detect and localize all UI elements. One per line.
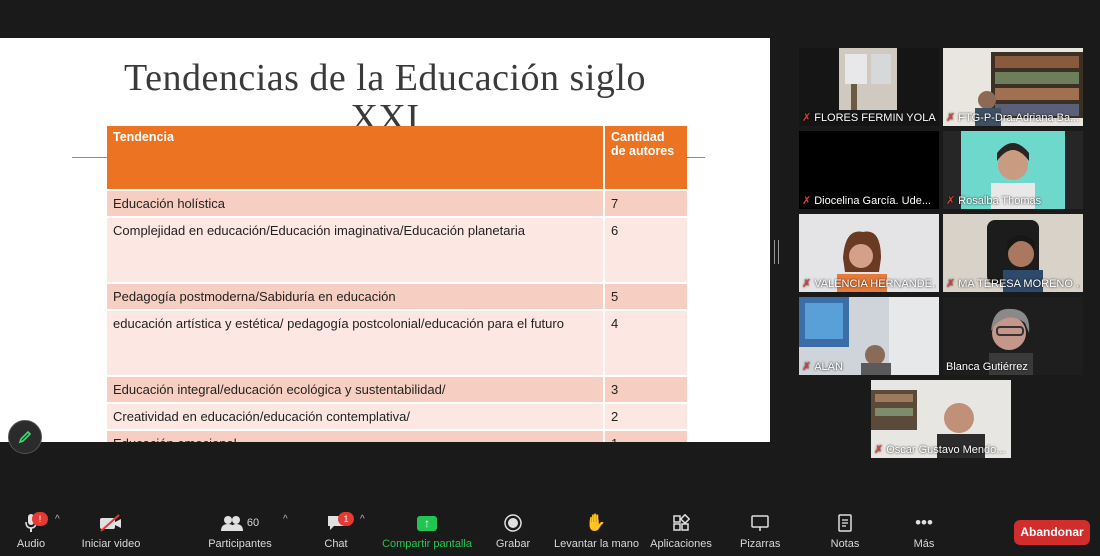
table-row: Educación holística 7 (107, 189, 687, 217)
participant-name: Diocelina García. Ude... (814, 194, 931, 207)
whiteboards-label: Pizarras (740, 538, 781, 550)
participants-options-caret[interactable]: ^ (283, 514, 288, 525)
participant-name: FLORES FERMIN YOLA... (814, 111, 936, 124)
participant-tile[interactable]: ✗ ALAN (799, 297, 939, 375)
header-tendencia: Tendencia (107, 126, 605, 190)
participant-name: VALENCIA HERNANDE... (814, 277, 936, 290)
participant-tile[interactable]: ✗ MA TERESA MORENO ... (943, 214, 1083, 292)
people-icon: 60 (206, 512, 274, 534)
cell-cantidad: 3 (604, 375, 687, 403)
whiteboards-button[interactable]: Pizarras (740, 512, 780, 550)
participant-name: FTG-P-Dra.Adriana Ba... (958, 111, 1080, 124)
header-cantidad: Cantidad de autores (604, 126, 687, 190)
cell-tendencia: Pedagogía postmoderna/Sabiduría en educa… (107, 282, 605, 310)
table-header-row: Tendencia Cantidad de autores (107, 126, 687, 190)
hand-icon: ✋ (585, 513, 607, 532)
whiteboard-icon (740, 512, 780, 534)
participants-count: 60 (246, 517, 260, 529)
pencil-icon (18, 430, 32, 444)
leave-meeting-button[interactable]: Abandonar (1014, 520, 1090, 545)
cell-cantidad: 1 (604, 429, 687, 442)
mic-muted-icon: ✗ (874, 444, 884, 456)
meeting-toolbar: Audio ! ^ Iniciar video 60 Participantes… (0, 500, 1100, 556)
mic-muted-icon: ✗ (802, 112, 812, 124)
participant-name: MA TERESA MORENO ... (958, 277, 1080, 290)
record-icon (494, 512, 532, 534)
audio-warning-badge: ! (32, 512, 48, 526)
participant-name: Rosalba Thomas (958, 194, 1042, 207)
participant-tile[interactable]: ✗ FLORES FERMIN YOLA... (799, 48, 939, 126)
mic-muted-icon: ✗ (802, 278, 812, 290)
raise-hand-button[interactable]: ✋ Levantar la mano (554, 512, 639, 550)
slide-title-line1: Tendencias de la Educación siglo (124, 57, 646, 99)
title-underline-right (687, 157, 705, 158)
panel-resize-handle[interactable] (774, 240, 779, 264)
mic-muted-icon: ✗ (802, 195, 812, 207)
cell-tendencia: Creatividad en educación/educación conte… (107, 402, 605, 430)
table-row: Complejidad en educación/Educación imagi… (107, 216, 687, 283)
participant-name: ALAN (814, 360, 843, 373)
share-screen-button[interactable]: ↑ Compartir pantalla (380, 512, 474, 550)
cell-cantidad: 7 (604, 189, 687, 217)
raise-hand-label: Levantar la mano (554, 538, 639, 550)
chat-label: Chat (324, 538, 348, 550)
share-screen-label: Compartir pantalla (382, 538, 472, 550)
participant-name: Oscar Gustavo Mendo... (886, 443, 1006, 456)
table-row: Educación integral/educación ecológica y… (107, 375, 687, 403)
annotate-pencil-button[interactable] (8, 420, 42, 454)
participant-tile[interactable]: ✗ FTG-P-Dra.Adriana Ba... (943, 48, 1083, 126)
cell-cantidad: 4 (604, 309, 687, 376)
record-label: Grabar (495, 538, 531, 550)
notes-label: Notas (830, 538, 860, 550)
audio-label: Audio (16, 538, 46, 550)
start-video-button[interactable]: Iniciar video (78, 512, 144, 550)
participant-tile[interactable]: ✗ VALENCIA HERNANDE... (799, 214, 939, 292)
table-row: Pedagogía postmoderna/Sabiduría en educa… (107, 282, 687, 310)
mic-muted-icon: ✗ (946, 112, 956, 124)
title-underline-left (72, 157, 108, 158)
notes-button[interactable]: Notas (828, 512, 862, 550)
start-video-label: Iniciar video (81, 538, 141, 550)
participant-tile[interactable]: ✗ Oscar Gustavo Mendo... (871, 380, 1011, 458)
table-row: Creatividad en educación/educación conte… (107, 402, 687, 430)
more-button[interactable]: ••• Más (908, 512, 940, 550)
mic-muted-icon: ✗ (802, 361, 812, 373)
cell-tendencia: Educación holística (107, 189, 605, 217)
record-button[interactable]: Grabar (494, 512, 532, 550)
participants-label: Participantes (208, 538, 272, 550)
participant-tile[interactable]: ✗ Rosalba Thomas (943, 131, 1083, 209)
mic-muted-icon: ✗ (946, 195, 956, 207)
video-off-icon (78, 512, 144, 534)
more-label: Más (913, 538, 935, 550)
cell-tendencia: Educación integral/educación ecológica y… (107, 375, 605, 403)
share-screen-icon: ↑ (380, 512, 474, 534)
shared-screen: Tendencias de la Educación siglo XXI Ten… (0, 38, 770, 442)
table-row: educación artística y estética/ pedagogí… (107, 309, 687, 376)
tendencias-table: Tendencia Cantidad de autores Educación … (107, 126, 687, 442)
mic-muted-icon: ✗ (946, 278, 956, 290)
table-row: Educación emocional 1 (107, 429, 687, 442)
chat-unread-badge: 1 (338, 512, 354, 526)
apps-button[interactable]: Aplicaciones (650, 512, 712, 550)
audio-options-caret[interactable]: ^ (55, 514, 60, 525)
participant-tile-active-speaker[interactable]: Blanca Gutiérrez (943, 297, 1083, 375)
notes-icon (828, 512, 862, 534)
more-icon: ••• (915, 513, 933, 532)
chat-options-caret[interactable]: ^ (360, 514, 365, 525)
apps-icon (650, 512, 712, 534)
cell-cantidad: 6 (604, 216, 687, 283)
participants-button[interactable]: 60 Participantes (206, 512, 274, 550)
cell-tendencia: Complejidad en educación/Educación imagi… (107, 216, 605, 283)
participant-tile[interactable]: ✗ Diocelina García. Ude... (799, 131, 939, 209)
cell-tendencia: educación artística y estética/ pedagogí… (107, 309, 605, 376)
cell-cantidad: 5 (604, 282, 687, 310)
apps-label: Aplicaciones (650, 538, 712, 550)
cell-tendencia: Educación emocional (107, 429, 605, 442)
cell-cantidad: 2 (604, 402, 687, 430)
participant-name: Blanca Gutiérrez (946, 361, 1028, 373)
